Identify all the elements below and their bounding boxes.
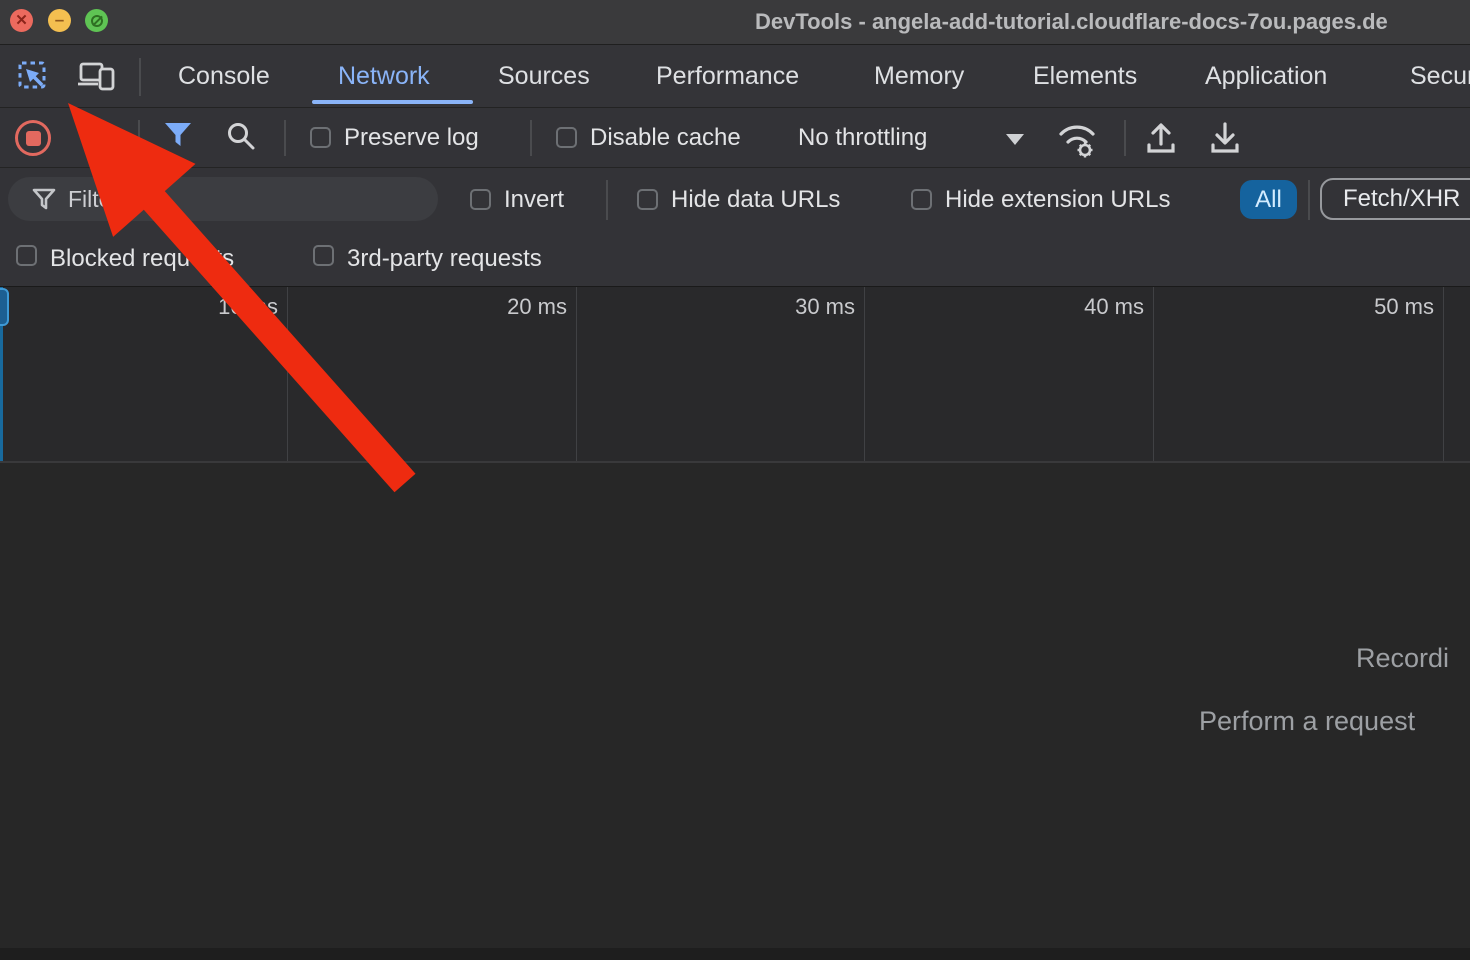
disable-cache-label[interactable]: Disable cache bbox=[590, 108, 741, 168]
close-window-button[interactable]: ✕ bbox=[10, 9, 33, 32]
request-type-chip-all[interactable]: All bbox=[1240, 180, 1297, 219]
empty-state-recording-text: Recordi bbox=[1356, 643, 1449, 674]
tab-network[interactable]: Network bbox=[338, 45, 430, 107]
devtools-window: { "window": { "title": "DevTools - angel… bbox=[0, 0, 1470, 960]
invert-label[interactable]: Invert bbox=[504, 168, 564, 232]
search-button[interactable] bbox=[226, 121, 256, 156]
toolbar-separator bbox=[139, 58, 141, 96]
upload-icon bbox=[1142, 119, 1180, 157]
filter-separator bbox=[606, 180, 608, 220]
network-overview-timeline[interactable]: 10 ms 20 ms 30 ms 40 ms 50 ms bbox=[0, 286, 1470, 463]
filter-toggle-button[interactable] bbox=[164, 122, 192, 153]
title-bar: ✕ – DevTools - angela-add-tutorial.cloud… bbox=[0, 0, 1470, 44]
timeline-tick-30ms: 30 ms bbox=[735, 294, 855, 320]
toolbar-separator bbox=[530, 120, 532, 156]
timeline-tick-50ms: 50 ms bbox=[1314, 294, 1434, 320]
devtools-tab-bar: Console Network Sources Performance Memo… bbox=[0, 44, 1470, 107]
chevron-down-icon[interactable] bbox=[1006, 134, 1024, 145]
network-conditions-button[interactable] bbox=[1054, 119, 1102, 164]
timeline-gridline bbox=[576, 287, 577, 461]
hide-extension-urls-checkbox[interactable] bbox=[911, 189, 932, 210]
filter-separator bbox=[1308, 180, 1310, 220]
timeline-gridline bbox=[864, 287, 865, 461]
toolbar-separator bbox=[1124, 120, 1126, 156]
network-request-panel: Recordi Perform a request bbox=[0, 464, 1470, 960]
timeline-gridline bbox=[1153, 287, 1154, 461]
zoom-icon bbox=[91, 15, 103, 27]
minimize-icon: – bbox=[55, 11, 64, 28]
record-network-log-button[interactable] bbox=[15, 120, 51, 156]
blocked-requests-checkbox[interactable] bbox=[16, 245, 37, 266]
disable-cache-checkbox[interactable] bbox=[556, 127, 577, 148]
search-icon bbox=[226, 121, 256, 151]
filter-input[interactable] bbox=[68, 181, 418, 217]
blocked-requests-label[interactable]: Blocked requests bbox=[50, 231, 234, 286]
invert-checkbox[interactable] bbox=[470, 189, 491, 210]
tab-application[interactable]: Application bbox=[1205, 45, 1327, 107]
request-type-chip-fetch-xhr[interactable]: Fetch/XHR bbox=[1320, 178, 1470, 220]
clear-network-log-button[interactable] bbox=[82, 122, 110, 150]
device-toolbar-icon bbox=[78, 62, 116, 92]
timeline-tick-40ms: 40 ms bbox=[1024, 294, 1144, 320]
third-party-requests-label[interactable]: 3rd-party requests bbox=[347, 231, 542, 286]
gear-icon bbox=[1078, 143, 1093, 158]
timeline-range-handle[interactable] bbox=[0, 288, 9, 326]
timeline-gridline bbox=[287, 287, 288, 461]
tab-performance[interactable]: Performance bbox=[656, 45, 799, 107]
minimize-window-button[interactable]: – bbox=[48, 9, 71, 32]
window-title: DevTools - angela-add-tutorial.cloudflar… bbox=[755, 0, 1388, 44]
zoom-window-button[interactable] bbox=[85, 9, 108, 32]
network-conditions-icon bbox=[1054, 119, 1102, 159]
close-icon: ✕ bbox=[15, 13, 28, 28]
throttling-select[interactable]: No throttling bbox=[798, 108, 927, 168]
download-icon bbox=[1206, 119, 1244, 157]
toolbar-separator bbox=[138, 120, 140, 156]
tab-sources[interactable]: Sources bbox=[498, 45, 590, 107]
tab-memory[interactable]: Memory bbox=[874, 45, 964, 107]
preserve-log-label[interactable]: Preserve log bbox=[344, 108, 479, 168]
export-har-button[interactable] bbox=[1206, 119, 1244, 162]
network-filter-bar: Invert Hide data URLs Hide extension URL… bbox=[0, 167, 1470, 231]
tab-security[interactable]: Security bbox=[1410, 45, 1470, 107]
toolbar-separator bbox=[284, 120, 286, 156]
empty-state-hint-text: Perform a request bbox=[1199, 706, 1415, 737]
import-har-button[interactable] bbox=[1142, 119, 1180, 162]
network-filter-bar-row2: Blocked requests 3rd-party requests bbox=[0, 231, 1470, 286]
timeline-gridline bbox=[1443, 287, 1444, 461]
preserve-log-checkbox[interactable] bbox=[310, 127, 331, 148]
filter-input-container[interactable] bbox=[8, 177, 438, 221]
active-tab-underline bbox=[312, 100, 473, 104]
tab-console[interactable]: Console bbox=[178, 45, 270, 107]
hide-data-urls-checkbox[interactable] bbox=[637, 189, 658, 210]
funnel-icon bbox=[32, 188, 56, 211]
tab-elements[interactable]: Elements bbox=[1033, 45, 1137, 107]
window-bottom-edge bbox=[0, 948, 1470, 960]
network-toolbar: Preserve log Disable cache No throttling bbox=[0, 107, 1470, 167]
hide-extension-urls-label[interactable]: Hide extension URLs bbox=[945, 168, 1170, 232]
toggle-device-toolbar-button[interactable] bbox=[78, 62, 116, 92]
timeline-tick-20ms: 20 ms bbox=[447, 294, 567, 320]
inspect-element-button[interactable] bbox=[18, 61, 48, 91]
timeline-tick-10ms: 10 ms bbox=[158, 294, 278, 320]
inspect-cursor-icon bbox=[18, 61, 48, 91]
hide-data-urls-label[interactable]: Hide data URLs bbox=[671, 168, 840, 232]
funnel-icon bbox=[164, 122, 192, 148]
third-party-requests-checkbox[interactable] bbox=[313, 245, 334, 266]
